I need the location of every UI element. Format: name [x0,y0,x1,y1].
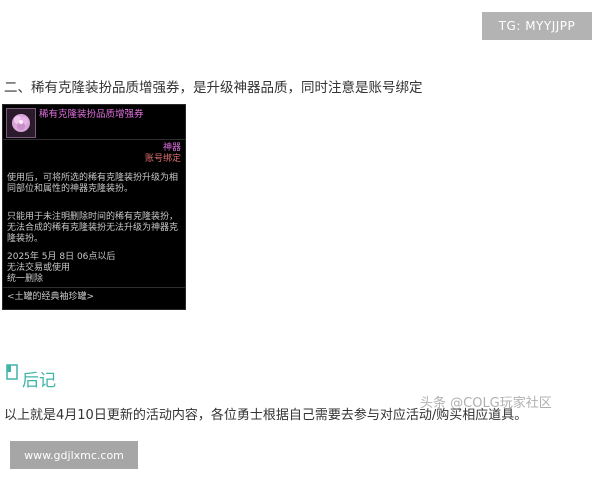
item-binding: 账号绑定 [144,154,181,164]
tg-badge: TG: MYYJJPP [482,12,592,40]
bookmark-icon [6,364,18,380]
section-title: 二、稀有克隆装扮品质增强券，是升级神器品质，同时注意是账号绑定 [4,80,423,96]
item-grade: 神器 [162,143,181,153]
site-badge: www.gdjlxmc.com [10,441,138,469]
divider [3,139,185,140]
item-card-header: 稀有克隆装扮品质增强券 [3,105,185,139]
summary-text: 以上就是4月10日更新的活动内容，各位勇士根据自己需要去参与对应活动/购买相应道… [4,408,528,423]
item-name: 稀有克隆装扮品质增强券 [39,109,144,120]
item-tooltip-card: 稀有克隆装扮品质增强券 神器 账号绑定 使用后，可将所选的稀有克隆装扮升级为相同… [2,104,186,310]
item-trade-note: 无法交易或使用 [7,263,71,273]
item-delete-note: 统一删除 [7,274,44,284]
item-set-name: <土罐的经典袖珍罐> [7,292,95,302]
pink-flower-coupon-icon [6,108,36,138]
divider [3,287,185,288]
postscript-title: 后记 [22,371,56,391]
item-description-1: 使用后，可将所选的稀有克隆装扮升级为相同部位和属性的神器克隆装扮。 [7,173,179,194]
item-description-2: 只能用于未注明删除时间的稀有克隆装扮，无法合成的稀有克隆装扮无法升级为神器克隆装… [7,212,179,244]
item-expiry-date: 2025年 5月 8日 06点以后 [7,252,116,262]
